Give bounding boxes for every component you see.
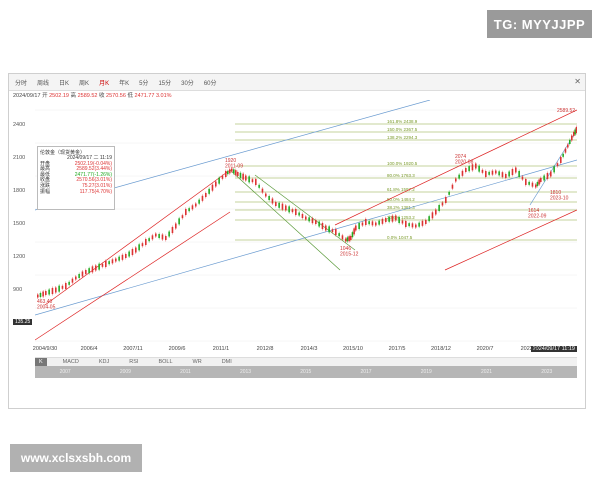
price-annotation: 2023-10 (550, 196, 569, 202)
time-navigator[interactable]: 2007 2009 2011 2013 2015 2017 2019 2021 2023 (35, 366, 577, 378)
y-tick-label: 2400 (13, 122, 26, 128)
x-tick-label: 2006/4 (80, 346, 98, 352)
x-tick-label: 2020/7 (476, 346, 494, 352)
x-tick-label: 2015/10 (343, 346, 363, 352)
fib-label: 50.0% 1484.2 (387, 197, 415, 202)
chart-frame: 分时 周线 日K 周K 月K 年K 5分 15分 30分 60分 ✕ 2024/09/17 开 2… (8, 73, 586, 409)
channel-green-2 (254, 174, 356, 251)
navigator-year: 2007 (59, 369, 71, 375)
period-tab[interactable]: 月K (99, 78, 109, 87)
x-tick-label: 2022/2 (520, 346, 538, 352)
quote-date: 2024/09/17 (13, 93, 41, 99)
fib-label: 161.8% 2438.9 (387, 119, 418, 124)
x-tick-label: 2009/6 (168, 346, 186, 352)
fib-label: 80.0% 1763.3 (387, 173, 415, 178)
period-tab[interactable]: 5分 (139, 78, 148, 87)
chart-svg: 161.8% 2438.9 150.0% 2367.5 138.2% 2294.3 1… (34, 99, 578, 342)
period-tab[interactable]: 60分 (204, 78, 217, 87)
x-tick-label: 2014/3 (300, 346, 318, 352)
y-tick-label: 1800 (13, 188, 26, 194)
navigator-year: 2021 (480, 369, 493, 375)
navigator-year: 2009 (119, 369, 131, 375)
ohlc-info-box: 伦敦金（现货黄金） 2024/09/17 二 11:19 开盘 2502.19(-0.… (37, 146, 115, 210)
price-annotation: 2589.52 (557, 108, 575, 114)
fib-label: 138.2% 2294.3 (387, 135, 418, 140)
quote-line: 2024/09/17 开 2502.19 高 2589.52 收 2570.56… (13, 93, 172, 99)
y-tick-label: 900 (13, 287, 23, 293)
price-annotation: 2022-09 (528, 214, 547, 220)
fib-label: 23.6% 1253.2 (387, 215, 415, 220)
period-tab[interactable]: 分时 (15, 78, 27, 87)
period-tab[interactable]: 周线 (37, 78, 49, 87)
y-tick-label: 1200 (13, 254, 26, 260)
x-tick-label: 2004/9/30 (32, 346, 58, 352)
channel-red-2 (34, 211, 231, 341)
price-annotation: 2020-08 (455, 160, 474, 166)
x-axis: 2024/09/17 11:19 2004/9/30 2006/4 2007/11 2… (32, 346, 577, 356)
fib-label: 150.0% 2367.5 (387, 127, 418, 132)
fib-label: 61.8% 1597.2 (387, 187, 415, 192)
navigator-year: 2013 (239, 369, 252, 375)
period-tab[interactable]: 年K (119, 78, 129, 87)
navigator-year: 2019 (420, 369, 432, 375)
x-tick-label: 2011/1 (212, 346, 230, 352)
period-tab[interactable]: 15分 (158, 78, 171, 87)
price-annotation: 2004-05 (37, 305, 56, 311)
period-tab[interactable]: 日K (59, 78, 69, 87)
info-row: 振幅 117.75(4.70%) (40, 188, 112, 195)
period-toolbar: 分时 周线 日K 周K 月K 年K 5分 15分 30分 60分 (9, 74, 585, 91)
navigator-year: 2017 (360, 369, 372, 375)
pin-icon[interactable]: ✕ (574, 77, 581, 86)
channel-red-3 (334, 109, 578, 226)
y-tick-label: 2100 (13, 155, 26, 161)
y-axis: 24002100180015001200900600 (9, 100, 35, 344)
period-tab[interactable]: 周K (79, 78, 89, 87)
watermark-badge-bottom: www.xclsxsbh.com (10, 444, 142, 472)
y-tick-label: 1500 (13, 221, 26, 227)
fib-label: 0.0% 1047.5 (387, 235, 413, 240)
price-annotation: 2015-12 (340, 252, 359, 258)
low-price-tag: 135.25 (13, 319, 33, 325)
navigator-year: 2011 (180, 369, 191, 375)
x-tick-label: 2018/12 (431, 346, 451, 352)
x-tick-label: 2007/11 (123, 346, 143, 352)
watermark-badge-top: TG: MYYJJPP (487, 10, 592, 38)
candlestick-chart[interactable]: 161.8% 2438.9 150.0% 2367.5 138.2% 2294.3 1… (34, 99, 578, 344)
x-tick-label: 2012/8 (256, 346, 274, 352)
price-annotation: 2011-09 (225, 164, 243, 170)
navigator-year: 2015 (300, 369, 312, 375)
fib-label: 100.0% 1920.5 (387, 161, 418, 166)
x-tick-label: 2017/5 (388, 346, 406, 352)
navigator-year: 2023 (541, 369, 553, 375)
channel-blue-lower (34, 159, 578, 316)
x-axis-end-label: 2024/09/17 11:19 (530, 346, 577, 352)
period-tab[interactable]: 30分 (181, 78, 194, 87)
